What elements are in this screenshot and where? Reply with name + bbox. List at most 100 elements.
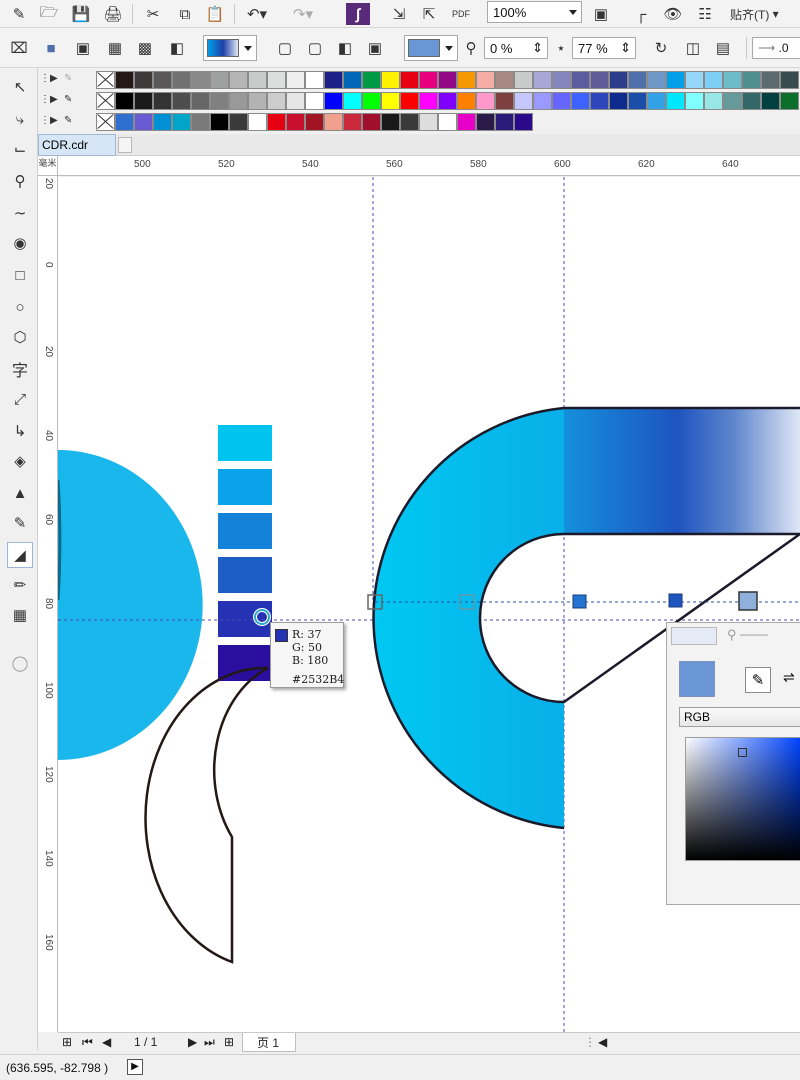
palette-swatch[interactable]: [704, 92, 723, 110]
dimension-tool-icon[interactable]: ⤢: [7, 386, 33, 412]
palette-swatch[interactable]: [609, 71, 628, 89]
linear-fountain-icon[interactable]: ▢: [274, 37, 296, 59]
eyedropper-tool-icon[interactable]: ✎: [7, 510, 33, 536]
palette-swatch[interactable]: [419, 113, 438, 131]
palette-swatch[interactable]: [590, 71, 609, 89]
color-swatch-block[interactable]: [218, 513, 272, 549]
color-swatch-block[interactable]: [218, 469, 272, 505]
palette-eyedropper-icon[interactable]: ✎: [64, 94, 72, 105]
horizontal-ruler[interactable]: 500 520 540 560 580 600 620 640: [58, 156, 800, 176]
palette-swatch[interactable]: [305, 92, 324, 110]
ruler-corner[interactable]: 毫米: [38, 156, 58, 176]
palette-swatch[interactable]: [381, 113, 400, 131]
palette-swatch[interactable]: [761, 71, 780, 89]
connector-tool-icon[interactable]: ↳: [7, 418, 33, 444]
palette-swatch[interactable]: [533, 71, 552, 89]
palette-swatch[interactable]: [400, 92, 419, 110]
palette-swatch[interactable]: [115, 92, 134, 110]
color-swatch-block[interactable]: [218, 557, 272, 593]
palette-swatch[interactable]: [286, 71, 305, 89]
palette-swatch[interactable]: [628, 71, 647, 89]
color-slider-icon[interactable]: ⚲ ───: [727, 627, 787, 645]
palette-swatch[interactable]: [324, 71, 343, 89]
palette-swatch[interactable]: [362, 71, 381, 89]
palette-swatch[interactable]: [153, 113, 172, 131]
palette-swatch[interactable]: [742, 92, 761, 110]
uniform-fill-icon[interactable]: ■: [40, 37, 62, 59]
vertical-ruler[interactable]: 20 0 20 40 60 80 100 120 140 160: [38, 176, 58, 1032]
undo-icon[interactable]: ↶▾: [242, 3, 272, 25]
palette-swatch[interactable]: [400, 71, 419, 89]
palette-swatch[interactable]: [476, 71, 495, 89]
freehand-tool-icon[interactable]: ∼: [7, 200, 33, 226]
palette-swatch[interactable]: [495, 92, 514, 110]
midpoint-input[interactable]: 77 % ⇕: [572, 37, 636, 59]
palette-swatch[interactable]: [495, 113, 514, 131]
ellipse-tool-icon[interactable]: ○: [7, 294, 33, 320]
open-folder-icon[interactable]: 🗁: [38, 3, 60, 25]
palette-swatch[interactable]: [723, 71, 742, 89]
palette-swatch[interactable]: [229, 71, 248, 89]
palette-swatch[interactable]: [172, 71, 191, 89]
palette-swatch[interactable]: [362, 92, 381, 110]
full-screen-icon[interactable]: ▣: [590, 3, 612, 25]
smart-fill-tool-icon[interactable]: ◉: [7, 230, 33, 256]
scrollbar-grip[interactable]: ⋮: [584, 1035, 596, 1049]
zoom-level-dropdown[interactable]: 100%: [487, 1, 582, 23]
polygon-tool-icon[interactable]: ⬡: [7, 324, 33, 350]
palette-swatch[interactable]: [552, 92, 571, 110]
palette-swatch[interactable]: [438, 71, 457, 89]
text-tool-icon[interactable]: 字: [7, 356, 33, 382]
first-page-icon[interactable]: ⏮: [82, 1035, 93, 1050]
pick-tool-icon[interactable]: ↖: [7, 74, 33, 100]
palette-swatch[interactable]: [400, 113, 419, 131]
palette-swatch[interactable]: [457, 113, 476, 131]
fill-end-handle[interactable]: [738, 591, 758, 611]
add-page-icon[interactable]: ⊞: [62, 1035, 72, 1049]
no-color-swatch[interactable]: [96, 92, 115, 110]
color-swatch-block[interactable]: [218, 425, 272, 461]
publish-pdf-icon[interactable]: PDF: [450, 3, 472, 25]
palette-swatch[interactable]: [210, 113, 229, 131]
postscript-fill-icon[interactable]: ◧: [166, 37, 188, 59]
add-tool-icon[interactable]: ◯: [7, 650, 33, 676]
no-color-swatch[interactable]: [96, 71, 115, 89]
eyedropper-icon[interactable]: ✎: [745, 667, 771, 693]
palette-swatch[interactable]: [286, 92, 305, 110]
palette-swatch[interactable]: [134, 71, 153, 89]
previous-page-icon[interactable]: ◀: [102, 1035, 111, 1049]
texture-fill-icon[interactable]: ▩: [134, 37, 156, 59]
color-field[interactable]: [685, 737, 800, 861]
pattern-fill-icon[interactable]: ▦: [104, 37, 126, 59]
free-scale-icon[interactable]: ◫: [682, 37, 704, 59]
palette-swatch[interactable]: [362, 113, 381, 131]
next-page-icon[interactable]: ▶: [188, 1035, 197, 1049]
color-options-icon[interactable]: ⇌: [783, 669, 795, 686]
palette-swatch[interactable]: [305, 113, 324, 131]
search-content-icon[interactable]: ∫: [346, 3, 370, 25]
palette-swatch[interactable]: [590, 92, 609, 110]
reverse-fill-icon[interactable]: ↻: [650, 37, 672, 59]
redo-icon[interactable]: ↷▾: [288, 3, 318, 25]
palette-swatch[interactable]: [343, 92, 362, 110]
palette-swatch[interactable]: [457, 71, 476, 89]
palette-swatch[interactable]: [381, 71, 400, 89]
palette-swatch[interactable]: [172, 92, 191, 110]
palette-swatch[interactable]: [229, 113, 248, 131]
palette-swatch[interactable]: [571, 92, 590, 110]
document-tab[interactable]: CDR.cdr: [38, 134, 116, 156]
palette-swatch[interactable]: [324, 92, 343, 110]
palette-swatch[interactable]: [514, 113, 533, 131]
palette-swatch[interactable]: [248, 92, 267, 110]
palette-eyedropper-icon[interactable]: ✎: [64, 115, 72, 126]
palette-swatch[interactable]: [210, 71, 229, 89]
palette-swatch[interactable]: [210, 92, 229, 110]
palette-swatch[interactable]: [495, 71, 514, 89]
no-fill-icon[interactable]: ⌧: [8, 37, 30, 59]
rectangle-tool-icon[interactable]: □: [7, 262, 33, 288]
palette-swatch[interactable]: [685, 92, 704, 110]
palette-swatch[interactable]: [514, 92, 533, 110]
palette-swatch[interactable]: [248, 71, 267, 89]
fill-tool-icon[interactable]: ▦: [7, 602, 33, 628]
paste-icon[interactable]: 📋: [204, 3, 226, 25]
